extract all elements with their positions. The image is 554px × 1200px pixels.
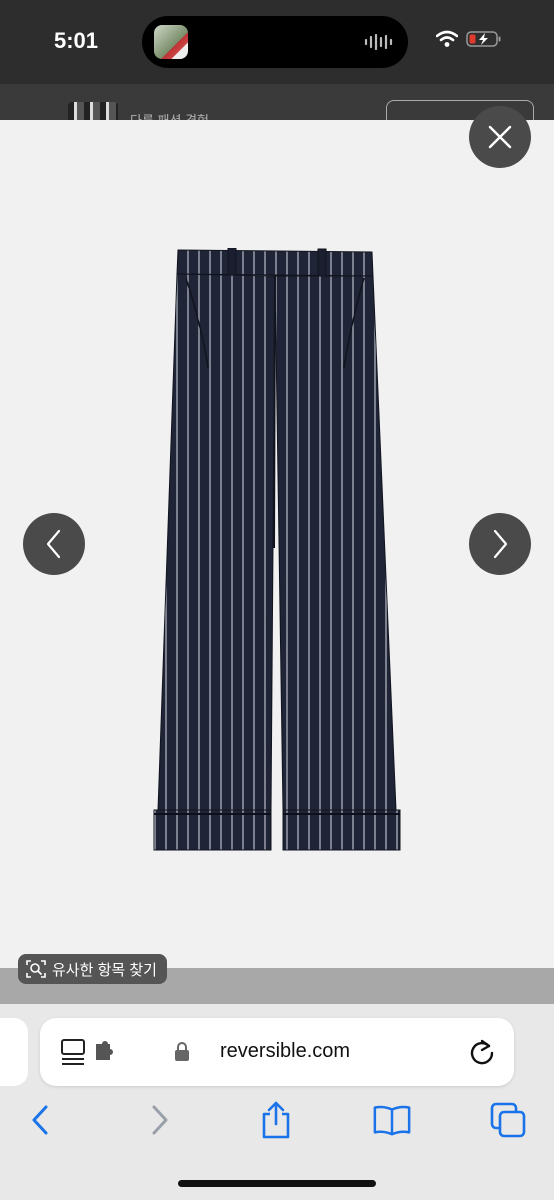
back-icon [32,1105,48,1135]
share-button[interactable] [256,1100,296,1140]
reader-extensions-icon[interactable] [60,1038,116,1066]
browser-toolbar: reversible.com [0,1004,554,1200]
forward-button[interactable] [140,1100,180,1140]
bookmarks-icon [373,1105,411,1136]
home-indicator[interactable] [178,1180,376,1187]
page-header: 다른 패션 경험 [0,84,554,120]
visual-search-icon [26,960,46,978]
battery-charging-icon [466,31,501,47]
forward-icon [152,1105,168,1135]
lock-icon [175,1042,189,1061]
visual-lookup-label: 유사한 항목 찾기 [52,961,157,979]
striped-trousers-image [153,248,401,851]
header-thumbnail [68,102,118,120]
close-icon [488,125,512,149]
previous-image-button[interactable] [23,513,85,575]
header-text: 다른 패션 경험 [130,110,209,120]
dynamic-island[interactable] [142,16,408,68]
share-icon [262,1101,290,1139]
back-button[interactable] [20,1100,60,1140]
chevron-left-icon [46,529,61,559]
chevron-right-icon [493,529,508,559]
address-bar[interactable]: reversible.com [40,1018,514,1086]
previous-tab-card[interactable] [0,1018,28,1086]
tabs-button[interactable] [488,1100,528,1140]
next-image-button[interactable] [469,513,531,575]
island-thumbnail-icon [154,25,188,59]
close-button[interactable] [469,106,531,168]
url-text: reversible.com [220,1040,351,1062]
bookmarks-button[interactable] [372,1100,412,1140]
reload-icon[interactable] [468,1038,496,1066]
audio-wave-icon [364,34,393,50]
status-bar: 5:01 [0,0,554,84]
tabs-icon [490,1102,526,1138]
wifi-icon [436,30,458,47]
browser-nav-row [0,1100,554,1140]
status-time: 5:01 [54,28,99,53]
visual-lookup-button[interactable]: 유사한 항목 찾기 [18,954,167,984]
